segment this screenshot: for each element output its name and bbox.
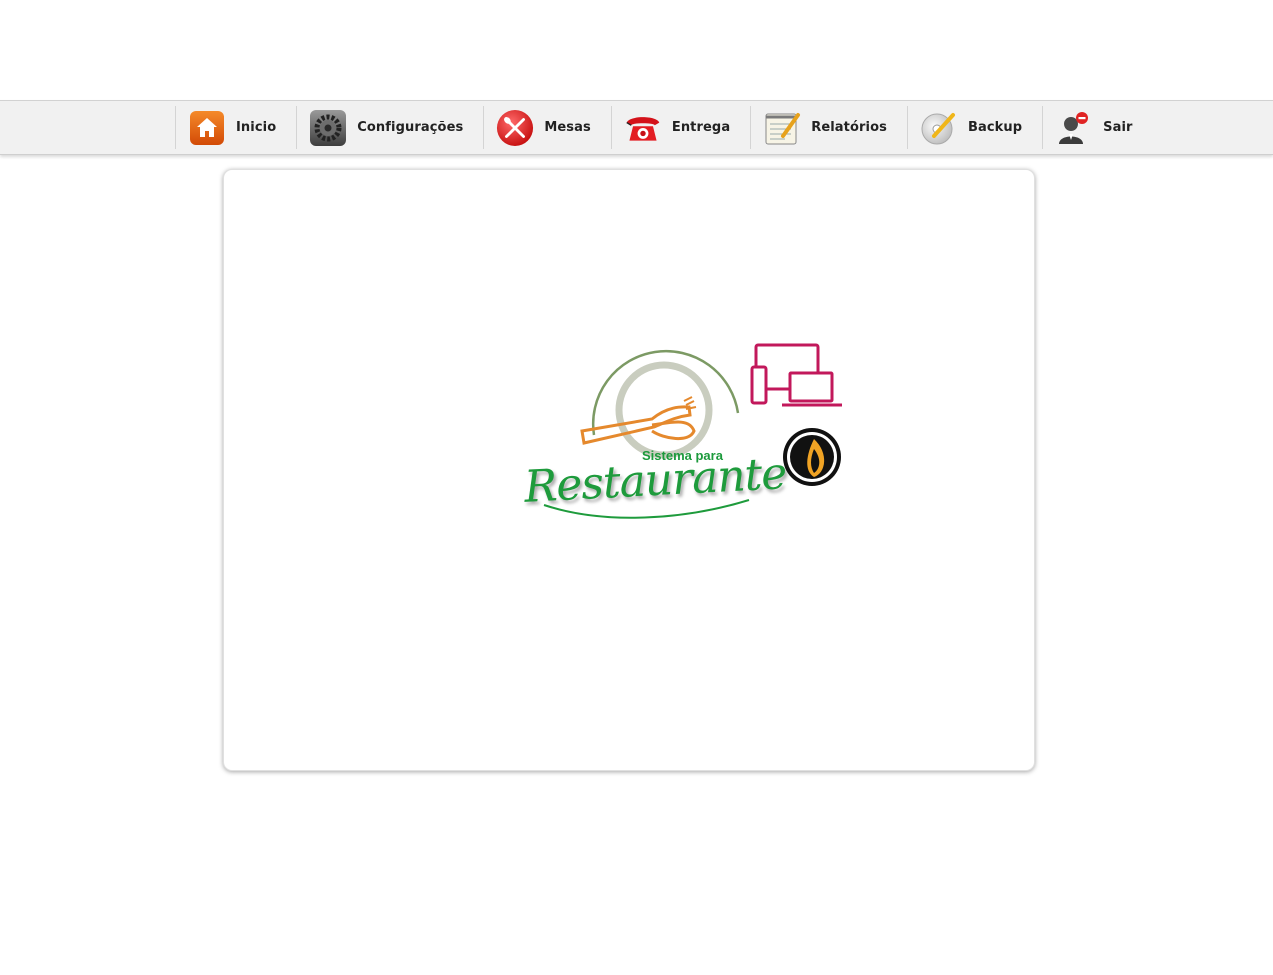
nav-label-relatorios: Relatórios: [811, 120, 887, 135]
telephone-icon: [624, 109, 662, 147]
nav-label-inicio: Inicio: [236, 120, 277, 135]
nav-label-backup: Backup: [967, 120, 1023, 135]
gear-icon: [309, 109, 347, 147]
nav-label-configuracoes: Configurações: [357, 120, 464, 135]
nav-item-relatorios[interactable]: Relatórios: [750, 106, 907, 149]
nav-label-mesas: Mesas: [544, 120, 591, 135]
nav-item-entrega[interactable]: Entrega: [610, 106, 750, 149]
nav-item-backup[interactable]: Backup: [906, 106, 1042, 149]
disc-icon: [920, 109, 958, 147]
restaurant-system-logo: Sistema para Restaurante: [523, 335, 854, 530]
user-logout-icon: [1055, 109, 1093, 147]
nav-items: Inicio Configurações Mesas Entrega Relat…: [175, 101, 1153, 154]
nav-item-configuracoes[interactable]: Configurações: [296, 106, 483, 149]
main-nav-bar: Inicio Configurações Mesas Entrega Relat…: [0, 100, 1273, 155]
nav-item-mesas[interactable]: Mesas: [483, 106, 611, 149]
notepad-icon: [763, 109, 801, 147]
nav-item-inicio[interactable]: Inicio: [175, 106, 296, 149]
cutlery-icon: [496, 109, 534, 147]
nav-item-sair[interactable]: Sair: [1042, 106, 1152, 149]
content-panel: Sistema para Restaurante: [223, 169, 1035, 771]
nav-label-sair: Sair: [1103, 120, 1133, 135]
nav-label-entrega: Entrega: [671, 120, 731, 135]
home-icon: [188, 109, 226, 147]
